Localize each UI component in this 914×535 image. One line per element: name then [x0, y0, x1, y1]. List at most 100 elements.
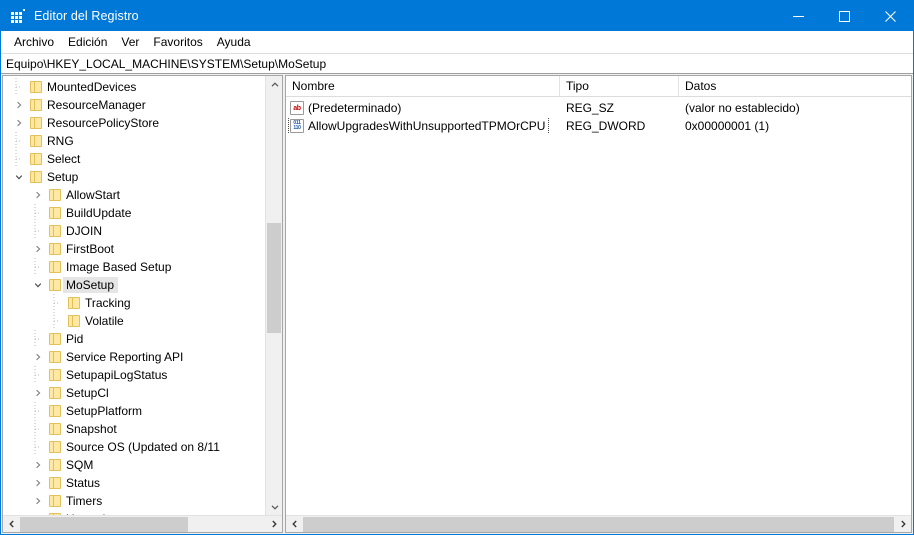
- address-bar[interactable]: Equipo\HKEY_LOCAL_MACHINE\SYSTEM\Setup\M…: [1, 53, 913, 74]
- value-list[interactable]: ab (Predeterminado) REG_SZ (valor no establ…: [286, 97, 911, 515]
- folder-icon: [46, 474, 63, 492]
- tree-item-firstboot[interactable]: FirstBoot: [3, 240, 265, 258]
- menu-ayuda[interactable]: Ayuda: [210, 33, 258, 51]
- tree-item-resourcepolicystore[interactable]: ResourcePolicyStore: [3, 114, 265, 132]
- scroll-up-icon[interactable]: [266, 76, 282, 93]
- tree-item-label: BuildUpdate: [66, 206, 132, 220]
- tree-item-setupcl[interactable]: SetupCl: [3, 384, 265, 402]
- tree-item-source-os-updated-on-8-11[interactable]: Source OS (Updated on 8/11: [3, 438, 265, 456]
- tree-scroll-track[interactable]: [266, 93, 282, 498]
- tree-item-tracking[interactable]: Tracking: [3, 294, 265, 312]
- folder-icon: [46, 438, 63, 456]
- value-name-label: AllowUpgradesWithUnsupportedTPMOrCPU: [308, 119, 546, 133]
- value-row[interactable]: ab (Predeterminado) REG_SZ (valor no establ…: [286, 99, 911, 117]
- tree-item-select[interactable]: Select: [3, 150, 265, 168]
- tree-item-buildupdate[interactable]: BuildUpdate: [3, 204, 265, 222]
- tree-item-label: Service Reporting API: [66, 350, 184, 364]
- chevron-down-icon[interactable]: [11, 168, 27, 186]
- tree-item-setupapilogstatus[interactable]: SetupapiLogStatus: [3, 366, 265, 384]
- tree-item-label: ResourceManager: [47, 98, 146, 112]
- tree-item-rng[interactable]: RNG: [3, 132, 265, 150]
- tree-scroll-thumb[interactable]: [267, 223, 281, 333]
- tree-item-mounteddevices[interactable]: MountedDevices: [3, 78, 265, 96]
- chevron-right-icon[interactable]: [30, 456, 46, 474]
- scroll-right-icon[interactable]: [265, 516, 282, 533]
- tree-hscroll-track[interactable]: [20, 516, 265, 533]
- chevron-right-icon[interactable]: [30, 384, 46, 402]
- menu-edicion[interactable]: Edición: [61, 33, 114, 51]
- value-row[interactable]: 011 110 AllowUpgradesWithUnsupportedTPMOrC…: [286, 117, 911, 135]
- menu-archivo[interactable]: Archivo: [7, 33, 61, 51]
- tree-item-resourcemanager[interactable]: ResourceManager: [3, 96, 265, 114]
- scroll-left-icon[interactable]: [286, 516, 303, 533]
- tree-item-setup[interactable]: Setup: [3, 168, 265, 186]
- folder-icon: [46, 204, 63, 222]
- tree-item-djoin[interactable]: DJOIN: [3, 222, 265, 240]
- folder-icon: [65, 312, 82, 330]
- chevron-right-icon[interactable]: [11, 96, 27, 114]
- tree-item-volatile[interactable]: Volatile: [3, 312, 265, 330]
- tree-item-label: SetupapiLogStatus: [66, 368, 168, 382]
- value-horizontal-scrollbar[interactable]: [286, 515, 911, 532]
- column-header-nombre[interactable]: Nombre: [286, 76, 560, 96]
- chevron-down-icon[interactable]: [30, 276, 46, 294]
- tree-item-allowstart[interactable]: AllowStart: [3, 186, 265, 204]
- value-hscroll-track[interactable]: [303, 516, 894, 533]
- tree-item-label: Pid: [66, 332, 84, 346]
- tree-item-label: Select: [47, 152, 81, 166]
- folder-icon: [65, 294, 82, 312]
- chevron-right-icon[interactable]: [30, 186, 46, 204]
- scroll-left-icon[interactable]: [3, 516, 20, 533]
- folder-icon: [46, 420, 63, 438]
- tree-item-label: MoSetup: [63, 277, 119, 293]
- tree-vertical-scrollbar[interactable]: [265, 76, 282, 515]
- close-button[interactable]: [867, 1, 913, 31]
- tree-item-label: Tracking: [85, 296, 131, 310]
- tree-item-mosetup[interactable]: MoSetup: [3, 276, 265, 294]
- folder-icon: [46, 276, 63, 294]
- tree-item-timers[interactable]: Timers: [3, 492, 265, 510]
- value-hscroll-thumb[interactable]: [303, 516, 894, 532]
- chevron-right-icon[interactable]: [30, 474, 46, 492]
- tree-item-sqm[interactable]: SQM: [3, 456, 265, 474]
- chevron-right-icon[interactable]: [30, 240, 46, 258]
- key-tree[interactable]: MountedDevices ResourceManager ResourcePol…: [3, 76, 265, 515]
- tree-item-image-based-setup[interactable]: Image Based Setup: [3, 258, 265, 276]
- chevron-right-icon[interactable]: [30, 492, 46, 510]
- folder-icon: [46, 330, 63, 348]
- menu-favoritos[interactable]: Favoritos: [146, 33, 209, 51]
- scroll-down-icon[interactable]: [266, 498, 282, 515]
- chevron-right-icon[interactable]: [30, 348, 46, 366]
- tree-guide: [30, 438, 46, 456]
- tree-item-pid[interactable]: Pid: [3, 330, 265, 348]
- chevron-right-icon[interactable]: [11, 114, 27, 132]
- registry-path: Equipo\HKEY_LOCAL_MACHINE\SYSTEM\Setup\M…: [6, 56, 327, 71]
- tree-item-setupplatform[interactable]: SetupPlatform: [3, 402, 265, 420]
- tree-item-service-reporting-api[interactable]: Service Reporting API: [3, 348, 265, 366]
- tree-item-label: SQM: [66, 458, 94, 472]
- tree-item-status[interactable]: Status: [3, 474, 265, 492]
- tree-item-label: SetupCl: [66, 386, 109, 400]
- tree-horizontal-scrollbar[interactable]: [3, 515, 282, 532]
- tree-item-label: AllowStart: [66, 188, 121, 202]
- menu-ver[interactable]: Ver: [114, 33, 146, 51]
- scroll-right-icon[interactable]: [894, 516, 911, 533]
- tree-hscroll-thumb[interactable]: [20, 516, 188, 532]
- tree-item-snapshot[interactable]: Snapshot: [3, 420, 265, 438]
- folder-icon: [46, 366, 63, 384]
- minimize-button[interactable]: [775, 1, 821, 31]
- column-header-datos[interactable]: Datos: [679, 76, 911, 96]
- maximize-button[interactable]: [821, 1, 867, 31]
- folder-icon: [46, 240, 63, 258]
- column-header-tipo[interactable]: Tipo: [560, 76, 679, 96]
